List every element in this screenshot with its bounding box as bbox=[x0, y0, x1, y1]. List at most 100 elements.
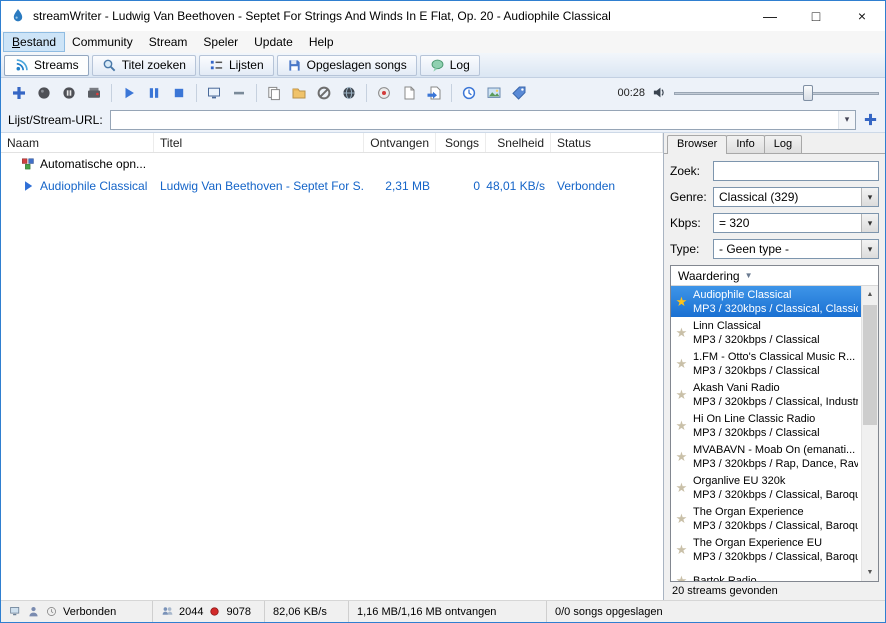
list-item[interactable]: ★ The Organ Experience EU MP3 / 320kbps … bbox=[671, 534, 861, 565]
stop-button[interactable] bbox=[167, 81, 191, 105]
stream-text: 1.FM - Otto's Classical Music R... MP3 /… bbox=[693, 350, 855, 378]
stream-table: Naam Titel Ontvangen Songs Snelheid Stat… bbox=[1, 133, 664, 600]
list-item[interactable]: ★ MVABAVN - Moab On (emanati... MP3 / 32… bbox=[671, 441, 861, 472]
stop-recording-button[interactable] bbox=[82, 81, 106, 105]
chevron-down-icon[interactable]: ▾ bbox=[861, 240, 878, 258]
chevron-down-icon[interactable]: ▾ bbox=[861, 188, 878, 206]
cell-status: Verbonden bbox=[557, 179, 616, 193]
column-titel[interactable]: Titel bbox=[154, 133, 364, 152]
stream-list-scrollbar[interactable]: ▲ ▼ bbox=[861, 286, 878, 581]
column-songs[interactable]: Songs bbox=[436, 133, 486, 152]
maximize-button[interactable]: □ bbox=[793, 1, 839, 31]
tag-button[interactable] bbox=[507, 81, 531, 105]
play-button[interactable] bbox=[117, 81, 141, 105]
list-item[interactable]: ★ 1.FM - Otto's Classical Music R... MP3… bbox=[671, 348, 861, 379]
screenshot-button[interactable] bbox=[482, 81, 506, 105]
stream-name: Audiophile Classical bbox=[693, 288, 792, 301]
browser-stream-list: ★ Audiophile Classical MP3 / 320kbps / C… bbox=[671, 286, 861, 581]
streams-found-label: 20 streams gevonden bbox=[672, 585, 778, 597]
plus-icon bbox=[13, 86, 25, 99]
pause-recording-button[interactable] bbox=[57, 81, 81, 105]
cell-naam: Automatische opn... bbox=[1, 157, 154, 171]
star-icon: ★ bbox=[675, 293, 688, 309]
record-button[interactable] bbox=[32, 81, 56, 105]
tab-info[interactable]: Info bbox=[726, 135, 765, 153]
menu-bestand[interactable]: Bestand bbox=[2, 32, 66, 52]
genre-label: Genre: bbox=[670, 190, 707, 204]
column-naam[interactable]: Naam bbox=[1, 133, 154, 152]
tab-opgeslagen-songs[interactable]: Opgeslagen songs bbox=[276, 54, 417, 76]
website-button[interactable] bbox=[337, 81, 361, 105]
open-folder-button[interactable] bbox=[287, 81, 311, 105]
status-bar: Verbonden 2044 9078 82,06 KB/s 1,16 MB/1… bbox=[1, 600, 885, 622]
tab-browser[interactable]: Browser bbox=[667, 135, 728, 154]
scrollbar-track[interactable] bbox=[862, 303, 878, 564]
pause-button[interactable] bbox=[142, 81, 166, 105]
blacklist-button[interactable] bbox=[312, 81, 336, 105]
copy-title-button[interactable] bbox=[262, 81, 286, 105]
volume-thumb[interactable] bbox=[803, 84, 814, 101]
search-icon bbox=[103, 59, 116, 71]
list-item[interactable]: ★ Akash Vani Radio MP3 / 320kbps / Class… bbox=[671, 379, 861, 410]
column-status[interactable]: Status bbox=[551, 133, 663, 152]
copy-icon bbox=[268, 86, 280, 100]
page-button[interactable] bbox=[397, 81, 421, 105]
column-snelheid[interactable]: Snelheid bbox=[486, 133, 551, 152]
lists-icon bbox=[210, 60, 223, 69]
remove-button[interactable] bbox=[227, 81, 251, 105]
kbps-select[interactable]: = 320 ▾ bbox=[713, 213, 879, 233]
record-icon bbox=[38, 86, 50, 99]
stream-desc: MP3 / 320kbps / Classical bbox=[693, 364, 820, 377]
schedule-button[interactable] bbox=[372, 81, 396, 105]
scrollbar-thumb[interactable] bbox=[863, 305, 877, 426]
stream-desc: MP3 / 320kbps / Classical bbox=[693, 333, 820, 346]
sort-header-waardering[interactable]: Waardering ▼ bbox=[671, 266, 878, 286]
menu-community[interactable]: Community bbox=[64, 33, 141, 51]
search-input[interactable] bbox=[713, 161, 879, 181]
genre-select[interactable]: Classical (329) ▾ bbox=[713, 187, 879, 207]
tab-streams[interactable]: Streams bbox=[4, 54, 89, 76]
tab-label: Streams bbox=[34, 58, 79, 72]
list-item[interactable]: ★ Hi On Line Classic Radio MP3 / 320kbps… bbox=[671, 410, 861, 441]
table-row[interactable]: Audiophile Classical Ludwig Van Beethove… bbox=[1, 175, 663, 197]
menu-update[interactable]: Update bbox=[246, 33, 301, 51]
tab-log[interactable]: Log bbox=[419, 54, 480, 76]
menu-speler[interactable]: Speler bbox=[195, 33, 246, 51]
table-row[interactable]: Automatische opn... bbox=[1, 153, 663, 175]
scroll-up-button[interactable]: ▲ bbox=[862, 286, 878, 303]
stop-icon bbox=[174, 88, 184, 97]
list-item[interactable]: ★ Audiophile Classical MP3 / 320kbps / C… bbox=[671, 286, 861, 317]
timer-button[interactable] bbox=[457, 81, 481, 105]
add-url-button[interactable] bbox=[863, 112, 878, 127]
type-select[interactable]: - Geen type - ▾ bbox=[713, 239, 879, 259]
toolbar-separator bbox=[111, 83, 112, 102]
scroll-down-button[interactable]: ▼ bbox=[862, 564, 878, 581]
list-item[interactable]: ★ Linn Classical MP3 / 320kbps / Classic… bbox=[671, 317, 861, 348]
play-icon bbox=[125, 87, 134, 98]
tab-titel-zoeken[interactable]: Titel zoeken bbox=[91, 54, 196, 76]
menu-stream[interactable]: Stream bbox=[141, 33, 196, 51]
row-name: Automatische opn... bbox=[40, 157, 147, 171]
tab-lijsten[interactable]: Lijsten bbox=[198, 54, 274, 76]
stream-url-combobox[interactable]: ▾ bbox=[109, 109, 856, 130]
add-stream-button[interactable] bbox=[7, 81, 31, 105]
column-ontvangen[interactable]: Ontvangen bbox=[364, 133, 436, 152]
stream-browser-list: Waardering ▼ ★ Audiophile Classical MP3 … bbox=[670, 265, 879, 582]
tune-in-button[interactable] bbox=[202, 81, 226, 105]
export-button[interactable] bbox=[422, 81, 446, 105]
menu-help[interactable]: Help bbox=[301, 33, 342, 51]
volume-slider[interactable] bbox=[674, 84, 879, 102]
chevron-down-icon[interactable]: ▾ bbox=[838, 110, 855, 129]
stream-text: Bartok Radio bbox=[693, 574, 757, 582]
list-body: ★ Audiophile Classical MP3 / 320kbps / C… bbox=[671, 286, 878, 581]
chevron-down-icon[interactable]: ▾ bbox=[861, 214, 878, 232]
stream-name: Organlive EU 320k bbox=[693, 474, 786, 487]
stream-url-input[interactable] bbox=[110, 110, 838, 129]
list-item[interactable]: ★ Organlive EU 320k MP3 / 320kbps / Clas… bbox=[671, 472, 861, 503]
list-item[interactable]: ★ The Organ Experience MP3 / 320kbps / C… bbox=[671, 503, 861, 534]
list-item[interactable]: ★ Bartok Radio bbox=[671, 565, 861, 582]
close-button[interactable]: × bbox=[839, 1, 885, 31]
minimize-button[interactable]: — bbox=[747, 1, 793, 31]
speaker-icon[interactable] bbox=[652, 85, 667, 100]
tab-panel-log[interactable]: Log bbox=[763, 135, 803, 153]
